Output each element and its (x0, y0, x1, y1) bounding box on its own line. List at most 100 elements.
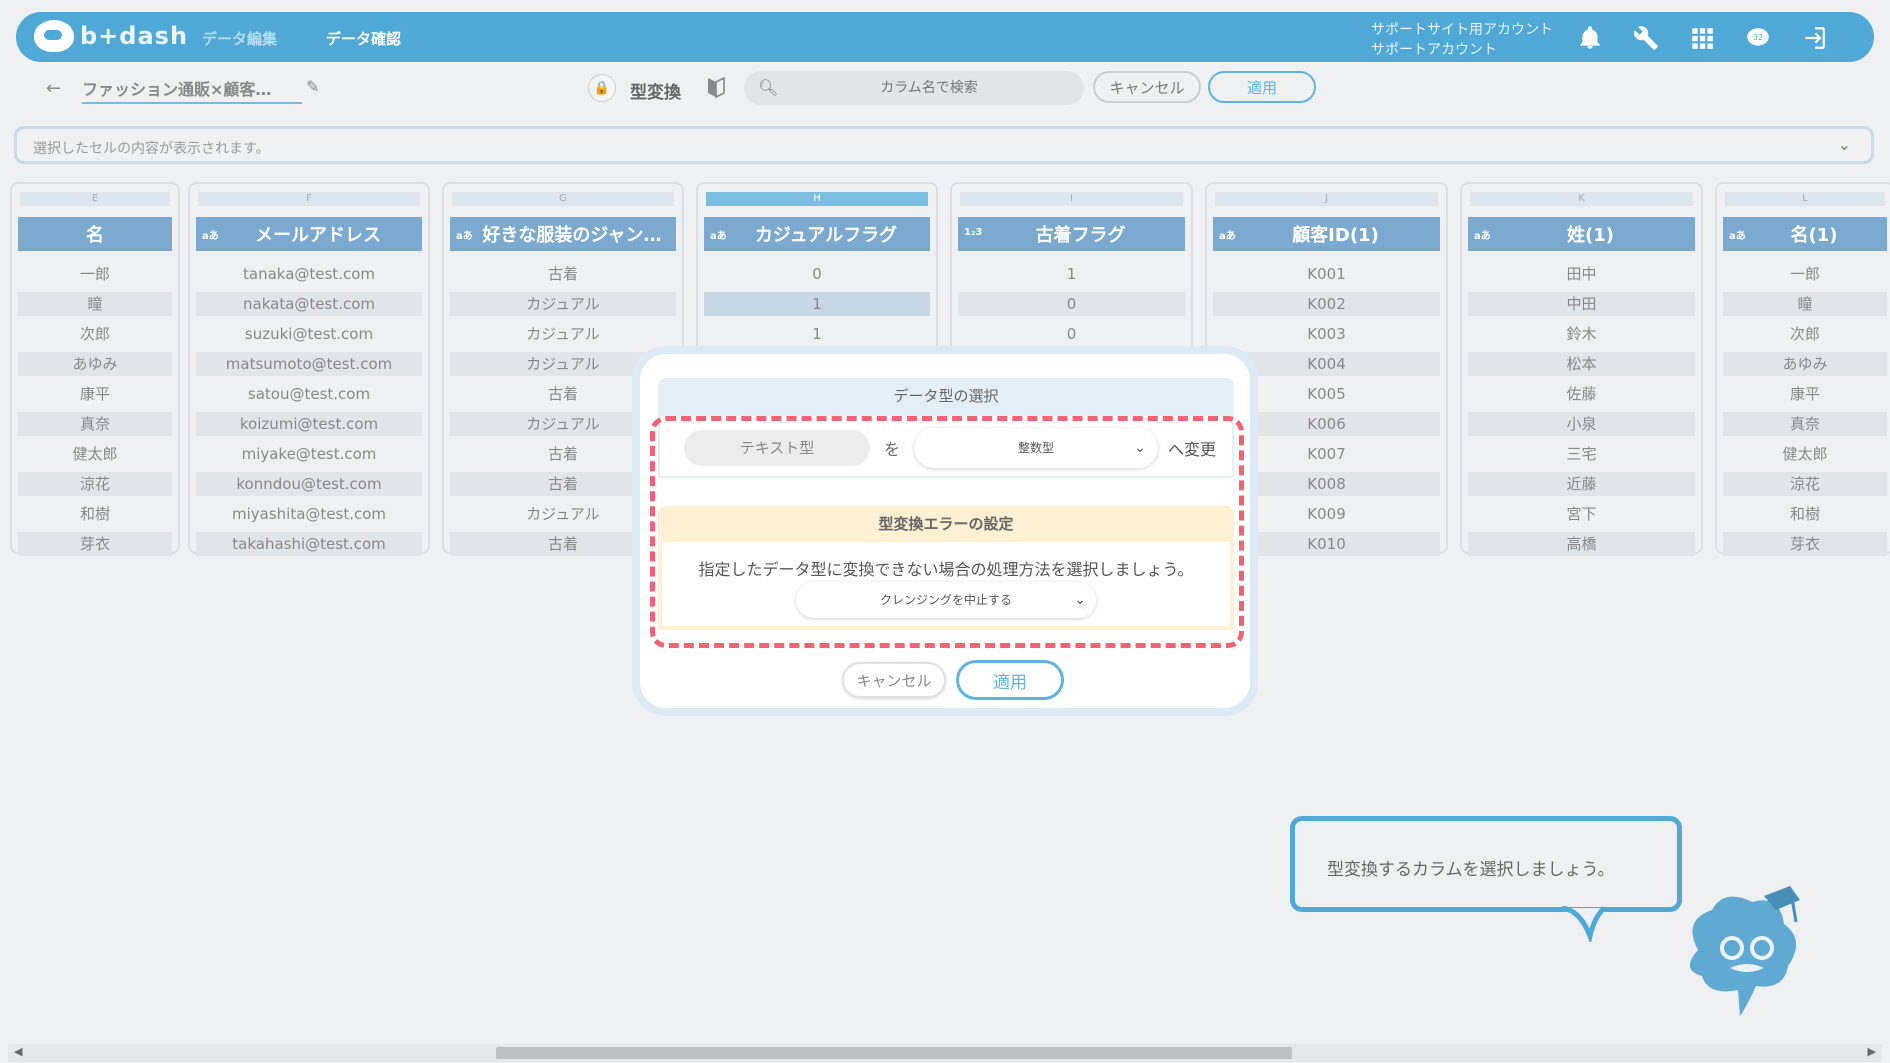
column-header[interactable]: 1₂3 古着フラグ (958, 217, 1185, 251)
table-cell[interactable]: 1 (704, 322, 930, 346)
table-cell[interactable]: 松本 (1468, 352, 1695, 376)
column-header[interactable]: aあ 名(1) (1723, 217, 1887, 251)
table-cell[interactable]: カジュアル (450, 322, 676, 346)
column-letter[interactable]: G (452, 192, 674, 206)
to-type-select[interactable]: 整数型 ⌄ (914, 428, 1158, 468)
table-cell[interactable]: 芽衣 (18, 532, 172, 556)
table-cell[interactable]: 和樹 (18, 502, 172, 526)
back-arrow-icon[interactable]: ← (46, 78, 61, 99)
grid-column[interactable]: Laあ 名(1) 一郎瞳次郎あゆみ康平真奈健太郎涼花和樹芽衣 (1715, 182, 1890, 556)
table-cell[interactable]: 小泉 (1468, 412, 1695, 436)
table-cell[interactable]: 0 (958, 322, 1185, 346)
table-cell[interactable]: 瞳 (1723, 292, 1887, 316)
column-letter[interactable]: J (1215, 192, 1438, 206)
column-letter[interactable]: I (960, 192, 1183, 206)
chevron-down-icon[interactable]: ⌄ (1838, 135, 1851, 154)
logout-icon[interactable] (1800, 24, 1828, 52)
column-header[interactable]: aあ 顧客ID(1) (1213, 217, 1440, 251)
error-handling-select[interactable]: クレンジングを中止する ⌄ (796, 582, 1096, 618)
table-cell[interactable]: 宮下 (1468, 502, 1695, 526)
nav-data-edit[interactable]: データ編集 (202, 28, 277, 49)
dialog-cancel-button[interactable]: キャンセル (842, 662, 946, 698)
table-cell[interactable]: 古着 (450, 262, 676, 286)
brain-badge-icon[interactable]: 32 (1744, 24, 1772, 52)
table-cell[interactable]: 真奈 (18, 412, 172, 436)
table-cell[interactable]: 健太郎 (1723, 442, 1887, 466)
column-header[interactable]: aあ メールアドレス (196, 217, 422, 251)
cell-content-bar[interactable]: 選択したセルの内容が表示されます。 ⌄ (14, 126, 1874, 164)
table-cell[interactable]: 和樹 (1723, 502, 1887, 526)
table-cell[interactable]: 真奈 (1723, 412, 1887, 436)
column-header[interactable]: aあ 姓(1) (1468, 217, 1695, 251)
table-cell[interactable]: 次郎 (1723, 322, 1887, 346)
pencil-icon[interactable]: ✎ (306, 77, 319, 96)
table-cell[interactable]: K001 (1213, 262, 1440, 286)
beginner-mark-icon[interactable] (707, 76, 725, 98)
lock-icon[interactable]: 🔒 (588, 74, 616, 102)
table-cell[interactable]: 佐藤 (1468, 382, 1695, 406)
table-cell[interactable]: 鈴木 (1468, 322, 1695, 346)
table-cell[interactable]: satou@test.com (196, 382, 422, 406)
grid-column[interactable]: E 名一郎瞳次郎あゆみ康平真奈健太郎涼花和樹芽衣 (10, 182, 180, 556)
toolbar-apply-button[interactable]: 適用 (1208, 71, 1316, 103)
table-cell[interactable]: tanaka@test.com (196, 262, 422, 286)
table-cell[interactable]: 健太郎 (18, 442, 172, 466)
table-cell[interactable]: 1 (958, 262, 1185, 286)
table-cell[interactable]: 一郎 (1723, 262, 1887, 286)
scrollbar-thumb[interactable] (496, 1047, 1292, 1059)
account-info[interactable]: サポートサイト用アカウント サポートアカウント (1371, 20, 1553, 60)
table-cell[interactable]: カジュアル (450, 292, 676, 316)
column-header[interactable]: aあ カジュアルフラグ (704, 217, 930, 251)
horizontal-scrollbar[interactable]: ◀ ▶ (8, 1044, 1882, 1062)
app-logo[interactable]: b+dash (34, 20, 188, 52)
table-cell[interactable]: 0 (958, 292, 1185, 316)
grid-column[interactable]: Faあ メールアドレス tanaka@test.com nakata@test.com… (188, 182, 430, 556)
nav-data-confirm[interactable]: データ確認 (326, 28, 401, 49)
dialog-apply-button[interactable]: 適用 (956, 660, 1064, 700)
table-cell[interactable]: miyake@test.com (196, 442, 422, 466)
column-letter[interactable]: K (1470, 192, 1693, 206)
table-cell[interactable]: miyashita@test.com (196, 502, 422, 526)
table-cell[interactable]: matsumoto@test.com (196, 352, 422, 376)
table-cell[interactable]: あゆみ (1723, 352, 1887, 376)
table-cell[interactable]: 近藤 (1468, 472, 1695, 496)
file-name[interactable]: ファッション通販×顧客… (82, 76, 302, 104)
column-name: カジュアルフラグ (754, 225, 898, 246)
column-header[interactable]: 名 (18, 217, 172, 251)
table-cell[interactable]: 1 (704, 292, 930, 316)
table-cell[interactable]: nakata@test.com (196, 292, 422, 316)
table-cell[interactable]: 三宅 (1468, 442, 1695, 466)
table-cell[interactable]: 康平 (18, 382, 172, 406)
table-cell[interactable]: 涼花 (1723, 472, 1887, 496)
table-cell[interactable]: 涼花 (18, 472, 172, 496)
table-cell[interactable]: あゆみ (18, 352, 172, 376)
grid-column[interactable]: Kaあ 姓(1) 田中中田鈴木松本佐藤小泉三宅近藤宮下高橋 (1460, 182, 1703, 556)
table-cell[interactable]: koizumi@test.com (196, 412, 422, 436)
column-search-input[interactable] (784, 75, 1074, 101)
column-header[interactable]: aあ 好きな服装のジャン… (450, 217, 676, 251)
table-cell[interactable]: 次郎 (18, 322, 172, 346)
table-cell[interactable]: 田中 (1468, 262, 1695, 286)
scroll-left-arrow-icon[interactable]: ◀ (14, 1045, 22, 1058)
table-cell[interactable]: 瞳 (18, 292, 172, 316)
bell-icon[interactable] (1576, 24, 1604, 52)
table-cell[interactable]: 一郎 (18, 262, 172, 286)
table-cell[interactable]: 康平 (1723, 382, 1887, 406)
table-cell[interactable]: 中田 (1468, 292, 1695, 316)
column-letter[interactable]: L (1725, 192, 1885, 206)
column-letter[interactable]: F (198, 192, 420, 206)
toolbar-cancel-button[interactable]: キャンセル (1093, 71, 1201, 103)
table-cell[interactable]: 芽衣 (1723, 532, 1887, 556)
scroll-right-arrow-icon[interactable]: ▶ (1868, 1045, 1876, 1058)
table-cell[interactable]: 高橋 (1468, 532, 1695, 556)
table-cell[interactable]: 0 (704, 262, 930, 286)
table-cell[interactable]: K002 (1213, 292, 1440, 316)
wrench-icon[interactable] (1632, 24, 1660, 52)
column-letter[interactable]: E (20, 192, 170, 206)
table-cell[interactable]: konndou@test.com (196, 472, 422, 496)
table-cell[interactable]: suzuki@test.com (196, 322, 422, 346)
column-letter[interactable]: H (706, 192, 928, 206)
grid-icon[interactable] (1688, 24, 1716, 52)
table-cell[interactable]: takahashi@test.com (196, 532, 422, 556)
table-cell[interactable]: K003 (1213, 322, 1440, 346)
